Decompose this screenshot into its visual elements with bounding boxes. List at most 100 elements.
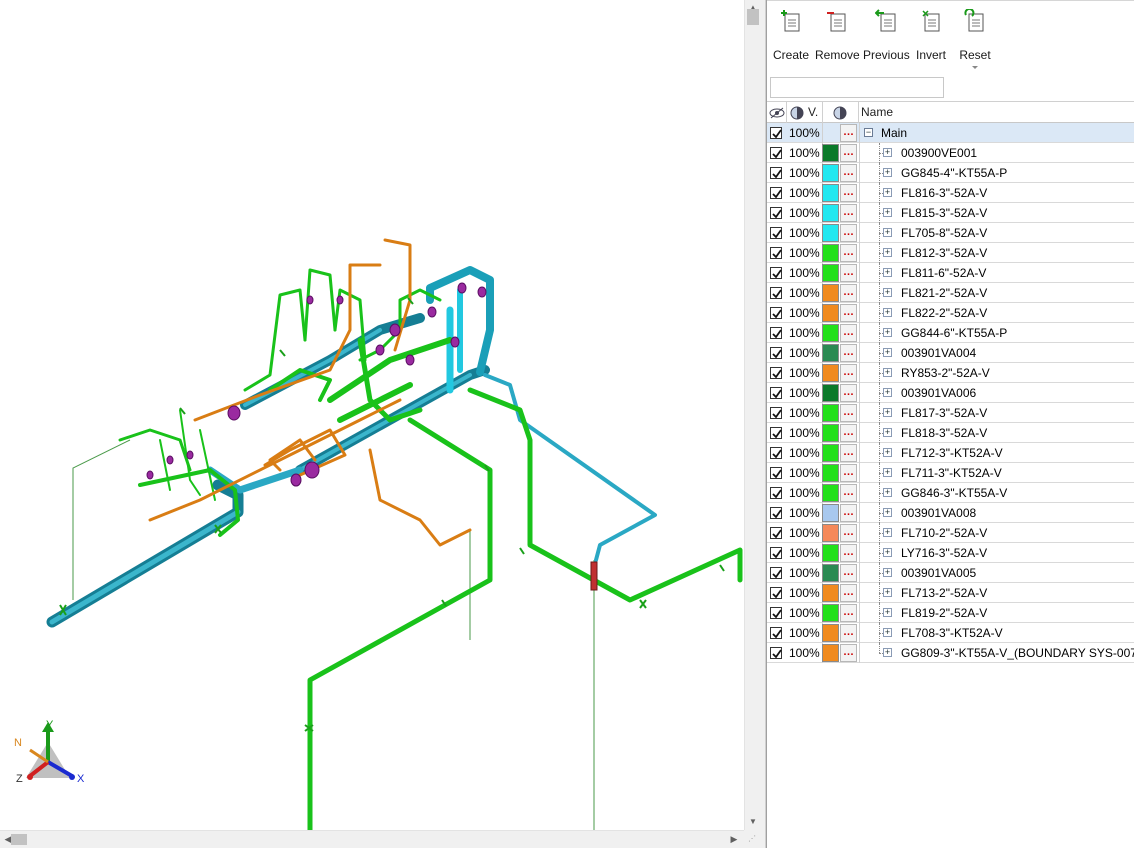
transparency-value[interactable]: 100%: [789, 303, 820, 323]
expand-icon[interactable]: +: [883, 248, 892, 257]
color-swatch[interactable]: [822, 464, 839, 482]
transparency-value[interactable]: 100%: [789, 163, 820, 183]
visibility-checkbox[interactable]: [770, 267, 782, 279]
color-picker-button[interactable]: …: [840, 464, 857, 482]
expand-icon[interactable]: +: [883, 348, 892, 357]
transparency-value[interactable]: 100%: [789, 403, 820, 423]
color-swatch[interactable]: [822, 504, 839, 522]
transparency-value[interactable]: 100%: [789, 183, 820, 203]
tree-row[interactable]: 100% … + FL705-8"-52A-V: [767, 223, 1134, 243]
color-picker-button[interactable]: …: [840, 304, 857, 322]
expand-icon[interactable]: +: [883, 188, 892, 197]
color-swatch[interactable]: [822, 144, 839, 162]
invert-button[interactable]: Invert: [913, 9, 949, 69]
visibility-checkbox[interactable]: [770, 247, 782, 259]
tree-row[interactable]: 100% … +003901VA005: [767, 563, 1134, 583]
transparency-value[interactable]: 100%: [789, 343, 820, 363]
visibility-checkbox[interactable]: [770, 407, 782, 419]
transparency-value[interactable]: 100%: [789, 503, 820, 523]
visibility-checkbox[interactable]: [770, 647, 782, 659]
color-swatch[interactable]: [822, 384, 839, 402]
visibility-checkbox[interactable]: [770, 567, 782, 579]
color-swatch[interactable]: [822, 564, 839, 582]
reset-button[interactable]: Reset: [955, 9, 995, 69]
color-swatch[interactable]: [822, 164, 839, 182]
visibility-checkbox[interactable]: [770, 487, 782, 499]
tree-row[interactable]: 100% … + FL822-2"-52A-V: [767, 303, 1134, 323]
color-picker-button[interactable]: …: [840, 244, 857, 262]
transparency-value[interactable]: 100%: [789, 143, 820, 163]
color-swatch[interactable]: [822, 284, 839, 302]
previous-button[interactable]: Previous: [863, 9, 910, 69]
tree-row[interactable]: 100% … +003901VA008: [767, 503, 1134, 523]
visibility-checkbox[interactable]: [770, 607, 782, 619]
transparency-value[interactable]: 100%: [789, 263, 820, 283]
transparency-value[interactable]: 100%: [789, 583, 820, 603]
viewport-vertical-scrollbar[interactable]: ▲ ▼: [744, 0, 760, 830]
color-swatch[interactable]: [822, 524, 839, 542]
transparency-value[interactable]: 100%: [789, 243, 820, 263]
color-picker-button[interactable]: …: [840, 504, 857, 522]
color-swatch[interactable]: [822, 224, 839, 242]
color-swatch[interactable]: [822, 624, 839, 642]
expand-icon[interactable]: +: [883, 368, 892, 377]
expand-icon[interactable]: +: [883, 508, 892, 517]
scroll-right-icon[interactable]: ▶: [726, 831, 742, 848]
scrollbar-thumb[interactable]: [747, 9, 759, 25]
header-color[interactable]: [823, 102, 859, 123]
expand-icon[interactable]: +: [883, 268, 892, 277]
color-picker-button[interactable]: …: [840, 364, 857, 382]
visibility-checkbox[interactable]: [770, 367, 782, 379]
visibility-checkbox[interactable]: [770, 327, 782, 339]
color-picker-button[interactable]: …: [840, 404, 857, 422]
expand-icon[interactable]: +: [883, 448, 892, 457]
visibility-checkbox[interactable]: [770, 287, 782, 299]
visibility-checkbox[interactable]: [770, 307, 782, 319]
expand-icon[interactable]: +: [883, 608, 892, 617]
filter-input[interactable]: [770, 77, 944, 98]
tree-row[interactable]: 100% … + FL811-6"-52A-V: [767, 263, 1134, 283]
color-picker-button[interactable]: …: [840, 484, 857, 502]
visibility-checkbox[interactable]: [770, 627, 782, 639]
scroll-down-icon[interactable]: ▼: [745, 814, 761, 830]
expand-icon[interactable]: +: [883, 168, 892, 177]
color-picker-button[interactable]: …: [840, 604, 857, 622]
color-picker-button[interactable]: …: [840, 624, 857, 642]
expand-icon[interactable]: +: [883, 428, 892, 437]
tree-row[interactable]: 100% … + LY716-3"-52A-V: [767, 543, 1134, 563]
color-picker-button[interactable]: …: [840, 344, 857, 362]
color-swatch[interactable]: [822, 364, 839, 382]
color-swatch[interactable]: [822, 244, 839, 262]
transparency-value[interactable]: 100%: [789, 423, 820, 443]
tree-row[interactable]: 100% … + FL710-2"-52A-V: [767, 523, 1134, 543]
color-picker-button[interactable]: …: [840, 584, 857, 602]
expand-icon[interactable]: +: [883, 408, 892, 417]
color-picker-button[interactable]: …: [840, 444, 857, 462]
color-swatch[interactable]: [822, 404, 839, 422]
expand-icon[interactable]: +: [883, 308, 892, 317]
expand-icon[interactable]: +: [883, 288, 892, 297]
tree-row[interactable]: 100% … + FL821-2"-52A-V: [767, 283, 1134, 303]
color-swatch[interactable]: [822, 644, 839, 662]
color-picker-button[interactable]: …: [840, 424, 857, 442]
transparency-value[interactable]: 100%: [789, 123, 820, 143]
color-picker-button[interactable]: …: [840, 264, 857, 282]
visibility-checkbox[interactable]: [770, 427, 782, 439]
color-picker-button[interactable]: …: [840, 204, 857, 222]
transparency-value[interactable]: 100%: [789, 483, 820, 503]
tree-row[interactable]: 100% … + RY853-2"-52A-V: [767, 363, 1134, 383]
visibility-checkbox[interactable]: [770, 547, 782, 559]
collapse-icon[interactable]: −: [864, 128, 873, 137]
tree-row-main[interactable]: 100% … − Main: [767, 123, 1134, 143]
tree-row[interactable]: 100% … + FL711-3"-KT52A-V: [767, 463, 1134, 483]
visibility-checkbox[interactable]: [770, 447, 782, 459]
color-swatch[interactable]: [822, 484, 839, 502]
color-picker-button[interactable]: …: [840, 144, 857, 162]
expand-icon[interactable]: +: [883, 548, 892, 557]
scrollbar-thumb[interactable]: [11, 834, 27, 845]
tree-row[interactable]: 100% … +003901VA006: [767, 383, 1134, 403]
tree-row[interactable]: 100% … + FL819-2"-52A-V: [767, 603, 1134, 623]
color-swatch[interactable]: [822, 264, 839, 282]
color-swatch[interactable]: [822, 304, 839, 322]
transparency-value[interactable]: 100%: [789, 563, 820, 583]
